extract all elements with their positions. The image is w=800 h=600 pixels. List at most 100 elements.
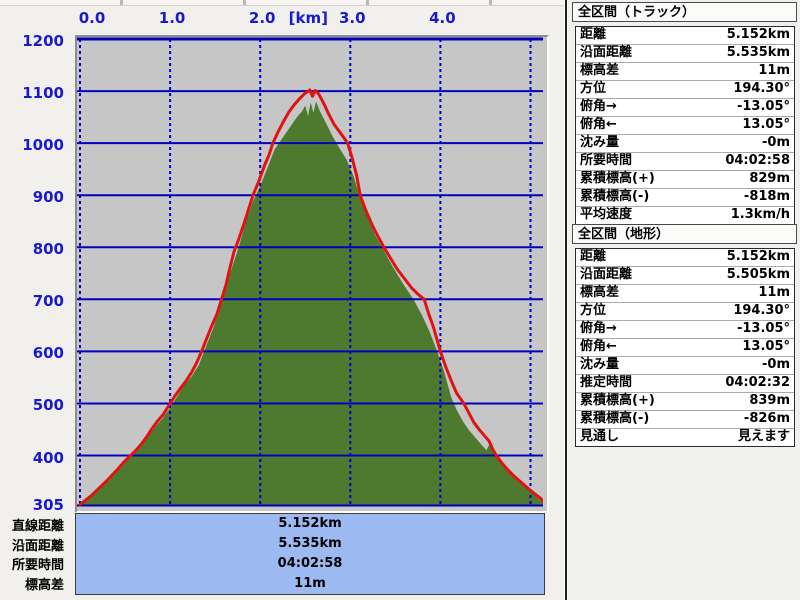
stat-value: 839m bbox=[749, 393, 790, 408]
x-tick-label: 4.0 bbox=[429, 9, 456, 27]
x-tick-label: 2.0 bbox=[248, 9, 276, 27]
stat-row: 沈み量 -0m bbox=[576, 356, 794, 374]
summary-label: 沿面距離 bbox=[11, 538, 64, 554]
stat-value: 829m bbox=[749, 171, 790, 186]
summary-value: 5.152km bbox=[278, 516, 342, 531]
stat-label: 沿面距離 bbox=[580, 45, 633, 60]
stat-row: 標高差 11m bbox=[576, 284, 794, 302]
stat-label: 見通し bbox=[580, 429, 620, 444]
x-tick-label: 3.0 bbox=[339, 9, 366, 27]
stat-label: 累積標高(-) bbox=[580, 189, 650, 204]
stat-row: 俯角← 13.05° bbox=[576, 116, 794, 134]
panel-table: 距離 5.152km 沿面距離 5.505km 標高差 11m 方位 194.30° 俯角→ -1… bbox=[575, 248, 795, 447]
stat-label: 距離 bbox=[580, 27, 607, 42]
stat-label: 標高差 bbox=[580, 285, 620, 300]
elevation-profile-chart[interactable] bbox=[77, 37, 543, 507]
summary-value: 11m bbox=[294, 576, 326, 591]
stat-label: 方位 bbox=[580, 303, 607, 318]
y-base-label: 305 bbox=[32, 496, 64, 514]
y-tick-label: 500 bbox=[32, 396, 64, 415]
stat-value: -0m bbox=[762, 357, 790, 372]
stat-label: 俯角→ bbox=[580, 321, 617, 336]
stat-label: 俯角← bbox=[580, 117, 617, 132]
y-tick-label: 1000 bbox=[22, 136, 64, 155]
stat-label: 距離 bbox=[580, 249, 607, 264]
stat-row: 累積標高(+) 839m bbox=[576, 392, 794, 410]
stat-row: 沿面距離 5.505km bbox=[576, 266, 794, 284]
stat-label: 沈み量 bbox=[580, 357, 620, 372]
stat-label: 標高差 bbox=[580, 63, 620, 78]
stat-row: 俯角→ -13.05° bbox=[576, 98, 794, 116]
stat-value: 5.152km bbox=[726, 249, 790, 264]
stat-value: 5.505km bbox=[726, 267, 790, 282]
stat-row: 標高差 11m bbox=[576, 62, 794, 80]
stat-label: 累積標高(+) bbox=[580, 393, 655, 408]
stat-row: 累積標高(+) 829m bbox=[576, 170, 794, 188]
summary-value-box: 5.152km 5.535km 04:02:58 11m bbox=[75, 513, 545, 595]
stat-value: 5.535km bbox=[726, 45, 790, 60]
y-tick-label: 1200 bbox=[22, 32, 64, 50]
statistics-panel: 全区間（トラック） 距離 5.152km 沿面距離 5.535km 標高差 11m 方位 194… bbox=[568, 0, 800, 600]
stat-label: 平均速度 bbox=[580, 207, 633, 222]
stat-value: 見えます bbox=[737, 429, 790, 444]
stat-row: 距離 5.152km bbox=[576, 27, 794, 44]
stat-value: 04:02:32 bbox=[725, 375, 790, 390]
stat-row: 推定時間 04:02:32 bbox=[576, 374, 794, 392]
summary-value: 04:02:58 bbox=[277, 556, 343, 571]
panel-header: 全区間（地形） bbox=[572, 224, 797, 244]
y-tick-label: 600 bbox=[32, 344, 64, 363]
stat-label: 所要時間 bbox=[580, 153, 633, 168]
stat-value: 13.05° bbox=[742, 339, 790, 354]
stat-value: 04:02:58 bbox=[725, 153, 790, 168]
x-tick-label: 0.0 bbox=[78, 9, 106, 27]
x-axis-unit-label: [km] bbox=[288, 9, 328, 27]
elevation-plot-area[interactable] bbox=[75, 35, 549, 513]
summary-label: 所要時間 bbox=[11, 558, 64, 573]
panel-table: 距離 5.152km 沿面距離 5.535km 標高差 11m 方位 194.30° 俯角→ -1… bbox=[575, 26, 795, 225]
summary-value: 5.535km bbox=[278, 536, 342, 551]
stat-value: -826m bbox=[743, 411, 790, 426]
stat-value: 194.30° bbox=[733, 81, 790, 96]
stat-label: 累積標高(-) bbox=[580, 411, 650, 426]
elevation-graph-region: 0.0 1.0 2.0 3.0 4.0 [km] 1200 1100 1000 900 800 7… bbox=[0, 0, 800, 600]
stat-value: 194.30° bbox=[733, 303, 790, 318]
stat-row: 累積標高(-) -818m bbox=[576, 188, 794, 206]
stat-row: 所要時間 04:02:58 bbox=[576, 152, 794, 170]
stat-value: -13.05° bbox=[736, 321, 790, 336]
y-tick-label: 800 bbox=[32, 240, 64, 259]
stat-label: 沈み量 bbox=[580, 135, 620, 150]
stat-value: -0m bbox=[762, 135, 790, 150]
stat-value: 13.05° bbox=[742, 117, 790, 132]
stat-row: 累積標高(-) -826m bbox=[576, 410, 794, 428]
stat-label: 俯角← bbox=[580, 339, 617, 354]
y-tick-label: 400 bbox=[32, 448, 64, 467]
stat-row: 俯角→ -13.05° bbox=[576, 320, 794, 338]
stat-row: 方位 194.30° bbox=[576, 302, 794, 320]
stat-value: -818m bbox=[743, 189, 790, 204]
panel-header: 全区間（トラック） bbox=[572, 2, 797, 22]
stat-row: 距離 5.152km bbox=[576, 249, 794, 266]
stat-value: 5.152km bbox=[726, 27, 790, 42]
stat-label: 方位 bbox=[580, 81, 607, 96]
stat-label: 沿面距離 bbox=[580, 267, 633, 282]
stat-label: 累積標高(+) bbox=[580, 171, 655, 186]
stat-row: 見通し 見えます bbox=[576, 428, 794, 446]
stat-row: 平均速度 1.3km/h bbox=[576, 206, 794, 224]
stat-label: 俯角→ bbox=[580, 99, 617, 114]
stat-value: -13.05° bbox=[736, 99, 790, 114]
y-tick-label: 700 bbox=[32, 292, 64, 311]
stat-row: 沿面距離 5.535km bbox=[576, 44, 794, 62]
stat-value: 1.3km/h bbox=[730, 207, 790, 222]
stat-row: 沈み量 -0m bbox=[576, 134, 794, 152]
y-tick-label: 1100 bbox=[22, 84, 64, 103]
stat-row: 方位 194.30° bbox=[576, 80, 794, 98]
stat-value: 11m bbox=[758, 285, 790, 300]
stat-value: 11m bbox=[758, 63, 790, 78]
stat-row: 俯角← 13.05° bbox=[576, 338, 794, 356]
y-tick-label: 900 bbox=[32, 188, 64, 207]
stat-label: 推定時間 bbox=[580, 375, 633, 390]
terrain-area bbox=[80, 101, 543, 505]
summary-label: 標高差 bbox=[24, 577, 64, 593]
summary-label: 直線距離 bbox=[11, 519, 64, 534]
x-tick-label: 1.0 bbox=[158, 9, 186, 27]
